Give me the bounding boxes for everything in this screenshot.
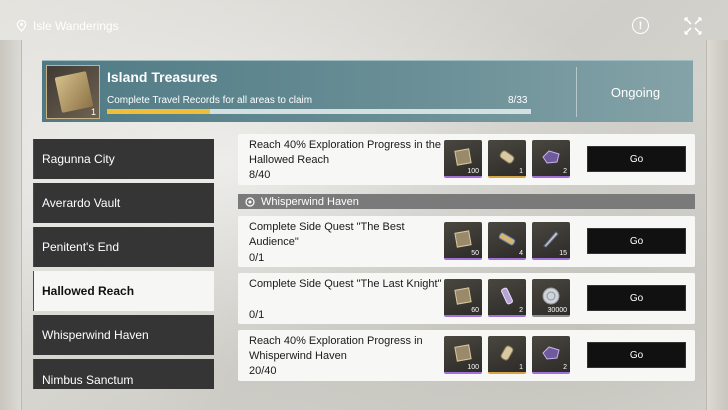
reward-tome-icon[interactable]: 50	[444, 222, 482, 260]
tome-icon	[454, 344, 472, 362]
reward-qty: 100	[467, 364, 479, 371]
sidebar-item-label: Averardo Vault	[42, 196, 121, 210]
canister-icon	[500, 345, 514, 361]
quest-title: Reach 40% Exploration Progress in Whispe…	[249, 335, 423, 362]
tome-icon	[454, 230, 472, 248]
quest-title: Complete Side Quest "The Last Knight"	[249, 278, 442, 290]
go-button[interactable]: Go	[587, 146, 686, 172]
sidebar-item-averardo-vault[interactable]: Averardo Vault	[33, 183, 214, 223]
reward-tome-icon[interactable]: 100	[444, 140, 482, 178]
canister-icon	[499, 150, 515, 164]
section-header-whisperwind-haven: Whisperwind Haven	[238, 194, 695, 209]
sidebar-item-nimbus-sanctum[interactable]: Nimbus Sanctum	[33, 359, 214, 389]
quest-row: Complete Side Quest "The Best Audience" …	[238, 216, 695, 267]
go-button[interactable]: Go	[587, 285, 686, 311]
reward-crystal-icon[interactable]: 2	[532, 336, 570, 374]
sidebar-item-label: Nimbus Sanctum	[42, 373, 134, 387]
sidebar-item-ragunna-city[interactable]: Ragunna City	[33, 139, 214, 179]
top-bar: Isle Wanderings !	[0, 0, 728, 54]
reward-tome-icon[interactable]: 60	[444, 279, 482, 317]
frame-left-border	[0, 40, 22, 410]
quest-progress: 0/1	[249, 252, 265, 264]
banner-divider	[576, 67, 577, 117]
map-pin-icon	[245, 196, 255, 207]
reward-qty: 1	[519, 364, 523, 371]
vial-icon	[501, 287, 513, 305]
reward-crystal-icon[interactable]: 2	[532, 140, 570, 178]
crystal-icon	[542, 150, 560, 164]
location-label: Isle Wanderings	[33, 19, 119, 33]
banner-description: Complete Travel Records for all areas to…	[107, 95, 313, 106]
reward-canister-icon[interactable]: 1	[488, 336, 526, 374]
location-breadcrumb: Isle Wanderings	[15, 19, 119, 33]
reward-qty: 50	[471, 250, 479, 257]
sidebar-item-label: Ragunna City	[42, 152, 115, 166]
crystal-icon	[542, 346, 560, 360]
banner-progress-fill	[107, 109, 210, 114]
quest-progress: 8/40	[249, 169, 271, 181]
reward-qty: 2	[519, 307, 523, 314]
sidebar-item-label: Hallowed Reach	[42, 284, 135, 298]
reward-coin-icon[interactable]: 30000	[532, 279, 570, 317]
blade-icon	[543, 231, 559, 248]
coin-icon	[542, 287, 560, 305]
quest-row: Reach 40% Exploration Progress in Whispe…	[238, 330, 695, 381]
treasure-item-thumbnail[interactable]: 1	[46, 65, 100, 119]
banner-progress-bar	[107, 109, 531, 114]
scroll-icon	[498, 232, 516, 246]
reward-tome-icon[interactable]: 100	[444, 336, 482, 374]
sidebar-item-label: Whisperwind Haven	[42, 328, 149, 342]
go-button[interactable]: Go	[587, 228, 686, 254]
reward-qty: 15	[559, 250, 567, 257]
reward-qty: 2	[563, 168, 567, 175]
sidebar-item-hallowed-reach[interactable]: Hallowed Reach	[33, 271, 214, 311]
map-pin-icon	[16, 19, 27, 32]
alert-glyph: !	[638, 19, 643, 32]
go-button[interactable]: Go	[587, 342, 686, 368]
tome-icon	[454, 148, 472, 166]
tome-icon	[454, 287, 472, 305]
quest-title: Complete Side Quest "The Best Audience"	[249, 221, 405, 248]
banner-title: Island Treasures	[107, 69, 218, 85]
quest-row: Reach 40% Exploration Progress in the Ha…	[238, 134, 695, 185]
reward-canister-icon[interactable]: 1	[488, 140, 526, 178]
reward-qty: 100	[467, 168, 479, 175]
reward-scroll-icon[interactable]: 4	[488, 222, 526, 260]
frame-right-border	[706, 40, 728, 410]
reward-qty: 4	[519, 250, 523, 257]
quest-title: Reach 40% Exploration Progress in the Ha…	[249, 139, 441, 166]
quest-progress: 20/40	[249, 365, 277, 377]
treasure-item-qty: 1	[90, 107, 96, 117]
banner-status: Ongoing	[610, 85, 661, 100]
reward-blade-icon[interactable]: 15	[532, 222, 570, 260]
quest-row: Complete Side Quest "The Last Knight" 0/…	[238, 273, 695, 324]
sidebar-item-label: Penitent's End	[42, 240, 120, 254]
quest-progress: 0/1	[249, 309, 265, 321]
reward-qty: 60	[471, 307, 479, 314]
reward-qty: 30000	[547, 307, 567, 314]
close-icon[interactable]	[682, 15, 704, 37]
reward-vial-icon[interactable]: 2	[488, 279, 526, 317]
reward-qty: 1	[519, 168, 523, 175]
banner-progress-count: 8/33	[508, 95, 528, 106]
island-treasures-banner: 1 Island Treasures Complete Travel Recor…	[42, 60, 693, 122]
sidebar-item-penitents-end[interactable]: Penitent's End	[33, 227, 214, 267]
book-icon	[54, 71, 94, 113]
reward-qty: 2	[563, 364, 567, 371]
section-label: Whisperwind Haven	[261, 195, 359, 208]
info-alert-icon[interactable]: !	[632, 17, 649, 34]
sidebar-item-whisperwind-haven[interactable]: Whisperwind Haven	[33, 315, 214, 355]
